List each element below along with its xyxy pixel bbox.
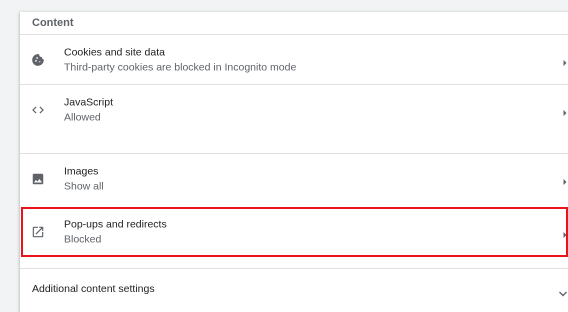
image-icon [30, 171, 46, 187]
images-row[interactable]: Images Show all [20, 153, 568, 203]
cookie-icon [30, 52, 46, 68]
pop-ups-and-redirects-row[interactable]: Pop-ups and redirects Blocked [20, 207, 568, 257]
chevron-down-icon[interactable] [558, 285, 568, 296]
row-subtitle: Blocked [64, 233, 102, 246]
open-in-new-icon [30, 224, 46, 240]
row-subtitle: Allowed [64, 111, 101, 123]
arrow-right-icon [561, 174, 568, 185]
row-subtitle: Show all [64, 180, 104, 192]
content-settings-card: Content Cookies and site data Third-part… [20, 12, 568, 312]
arrow-right-icon [561, 227, 568, 238]
code-icon [30, 102, 46, 118]
row-title: JavaScript [64, 96, 114, 108]
additional-content-settings-label: Additional content settings [32, 282, 155, 295]
row-title: Pop-ups and redirects [64, 218, 167, 231]
cookies-and-site-data-row[interactable]: Cookies and site data Third-party cookie… [20, 34, 568, 84]
row-title: Cookies and site data [64, 46, 165, 58]
javascript-row[interactable]: JavaScript Allowed [20, 84, 568, 134]
section-title: Content [32, 17, 74, 29]
row-title: Images [64, 165, 99, 177]
row-subtitle: Third-party cookies are blocked in Incog… [64, 61, 297, 73]
arrow-right-icon [561, 55, 568, 66]
additional-content-settings-row[interactable]: Additional content settings [20, 268, 568, 308]
arrow-right-icon [561, 105, 568, 116]
